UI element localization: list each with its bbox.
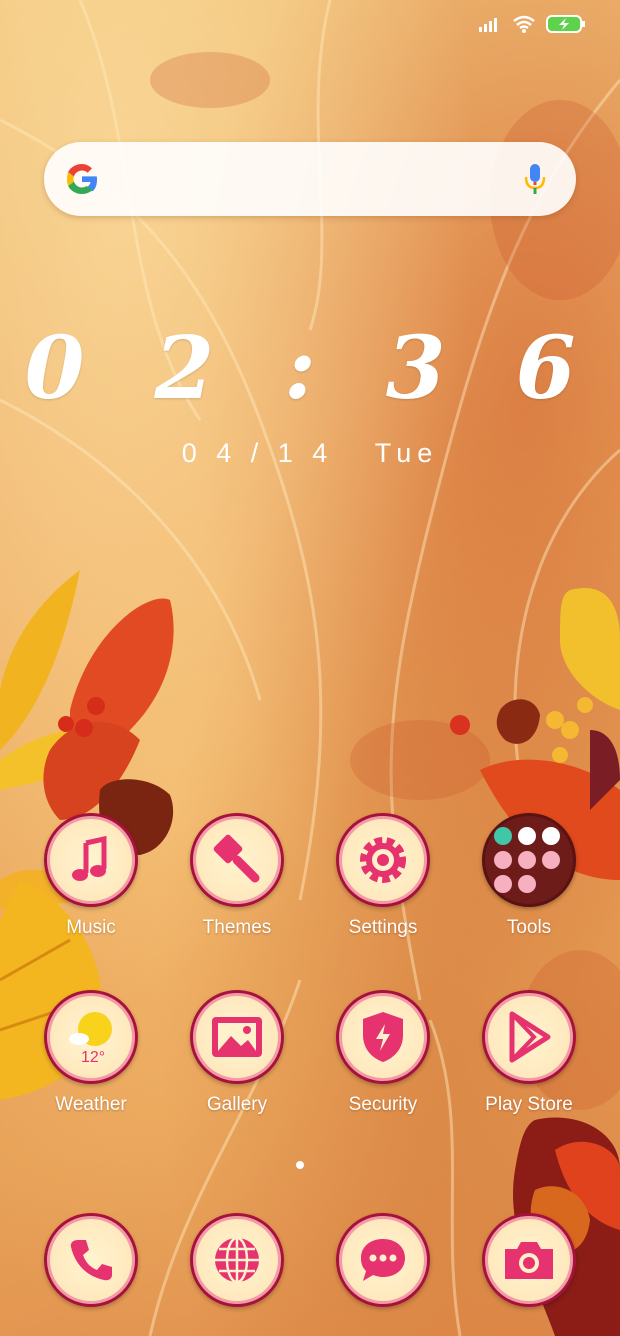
google-search-bar[interactable]: [44, 142, 576, 216]
app-play-store[interactable]: Play Store: [464, 990, 594, 1116]
clock-time[interactable]: 0 2 : 3 6: [0, 318, 620, 419]
app-label: Themes: [202, 917, 272, 938]
app-themes[interactable]: Themes: [172, 813, 302, 939]
mini-app-icon: [518, 875, 536, 893]
app-label: Play Store: [485, 1094, 573, 1115]
folder-tools[interactable]: Tools: [464, 813, 594, 939]
clock-date: 0 4 / 1 4 Tue: [0, 438, 620, 469]
weather-temperature: 12°: [81, 1049, 105, 1066]
camera-icon: [482, 1213, 576, 1307]
dock-camera[interactable]: [464, 1213, 594, 1307]
mini-app-icon: [518, 851, 536, 869]
app-label: Tools: [506, 917, 552, 938]
mic-icon[interactable]: [524, 162, 546, 201]
app-label: Weather: [55, 1094, 127, 1115]
phone-icon: [44, 1213, 138, 1307]
google-logo: [64, 161, 100, 202]
paintbrush-icon: [190, 813, 284, 907]
music-note-icon: [44, 813, 138, 907]
browser-globe-icon: [190, 1213, 284, 1307]
app-weather[interactable]: 12° Weather: [26, 990, 156, 1116]
battery-charging-icon: [546, 14, 586, 39]
app-label: Music: [66, 917, 116, 938]
mini-app-icon: [518, 827, 536, 845]
dock-browser[interactable]: [172, 1213, 302, 1307]
status-bar: [478, 14, 586, 39]
folder-icon: [482, 813, 576, 907]
image-icon: [190, 990, 284, 1084]
dock-messages[interactable]: [318, 1213, 448, 1307]
dock-phone[interactable]: [26, 1213, 156, 1307]
app-security[interactable]: Security: [318, 990, 448, 1116]
mini-app-icon: [542, 851, 560, 869]
app-gallery[interactable]: Gallery: [172, 990, 302, 1116]
shield-icon: [336, 990, 430, 1084]
app-music[interactable]: Music: [26, 813, 156, 939]
play-icon: [482, 990, 576, 1084]
gear-icon: [336, 813, 430, 907]
signal-icon: [478, 16, 502, 37]
date-text: 0 4 / 1 4: [181, 438, 334, 468]
mini-app-icon: [494, 875, 512, 893]
message-icon: [336, 1213, 430, 1307]
app-label: Security: [348, 1094, 418, 1115]
weather-sun-icon: 12°: [44, 990, 138, 1084]
app-label: Settings: [348, 917, 418, 938]
app-settings[interactable]: Settings: [318, 813, 448, 939]
mini-app-icon: [542, 827, 560, 845]
mini-app-icon: [494, 827, 512, 845]
app-label: Gallery: [206, 1094, 268, 1115]
page-indicator: [296, 1161, 304, 1169]
day-text: Tue: [374, 438, 439, 468]
wifi-icon: [512, 15, 536, 38]
mini-app-icon: [494, 851, 512, 869]
